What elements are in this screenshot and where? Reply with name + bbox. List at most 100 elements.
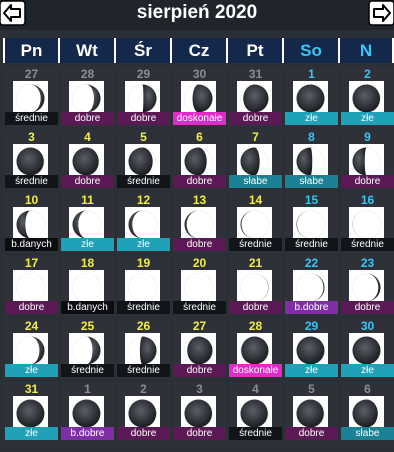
next-month-button[interactable]	[368, 0, 394, 26]
day-rating-label: dobre	[61, 175, 114, 188]
calendar-day-cell[interactable]: 6 słabe	[341, 382, 394, 442]
calendar-day-cell[interactable]: 14 średnie	[229, 193, 282, 253]
arrow-right-icon	[368, 0, 394, 26]
day-number: 31	[24, 382, 39, 396]
moon-phase-icon	[125, 333, 160, 368]
day-number: 6	[196, 130, 203, 144]
day-number: 28	[80, 67, 95, 81]
day-rating-label: złe	[5, 364, 58, 377]
calendar-day-cell[interactable]: 3 średnie	[5, 130, 58, 190]
calendar-day-cell[interactable]: 17 dobre	[5, 256, 58, 316]
month-title: sierpień 2020	[136, 2, 258, 23]
day-rating-label: średnie	[117, 175, 170, 188]
day-rating-label: dobre	[61, 112, 114, 125]
day-rating-label: dobre	[5, 301, 58, 314]
moon-phase-icon	[13, 333, 48, 368]
day-rating-label: złe	[5, 427, 58, 440]
day-number: 6	[364, 382, 371, 396]
calendar-day-cell[interactable]: 25 średnie	[61, 319, 114, 379]
day-number: 2	[140, 382, 147, 396]
calendar-day-cell[interactable]: 18 b.danych	[61, 256, 114, 316]
moon-phase-icon	[181, 270, 216, 305]
moon-phase-icon	[69, 207, 104, 242]
day-rating-label: dobre	[341, 175, 394, 188]
moon-phase-icon	[181, 81, 216, 116]
calendar-day-cell[interactable]: 27 dobre	[173, 319, 226, 379]
day-rating-label: złe	[341, 364, 394, 377]
calendar-day-cell[interactable]: 9 dobre	[341, 130, 394, 190]
calendar-day-cell[interactable]: 5 średnie	[117, 130, 170, 190]
day-number: 4	[252, 382, 259, 396]
calendar-day-cell[interactable]: 24 złe	[5, 319, 58, 379]
weekday-saturday: So	[284, 38, 338, 63]
calendar-day-cell[interactable]: 13 dobre	[173, 193, 226, 253]
moon-phase-icon	[13, 144, 48, 179]
calendar-day-cell[interactable]: 22 b.dobre	[285, 256, 338, 316]
calendar-day-cell[interactable]: 5 dobre	[285, 382, 338, 442]
day-number: 19	[136, 256, 151, 270]
day-rating-label: złe	[117, 238, 170, 251]
calendar-day-cell[interactable]: 26 średnie	[117, 319, 170, 379]
calendar-day-cell[interactable]: 15 średnie	[285, 193, 338, 253]
weekday-tuesday: Wt	[60, 38, 114, 63]
moon-phase-icon	[293, 207, 328, 242]
day-number: 15	[304, 193, 319, 207]
calendar-day-cell[interactable]: 2 złe	[341, 67, 394, 127]
calendar-day-cell[interactable]: 7 słabe	[229, 130, 282, 190]
moon-phase-icon	[13, 270, 48, 305]
calendar-day-cell[interactable]: 12 złe	[117, 193, 170, 253]
day-rating-label: b.dobre	[61, 427, 114, 440]
moon-phase-icon	[181, 207, 216, 242]
calendar-day-cell[interactable]: 30 złe	[341, 319, 394, 379]
moon-phase-icon	[293, 333, 328, 368]
moon-phase-icon	[69, 333, 104, 368]
day-rating-label: słabe	[285, 175, 338, 188]
day-rating-label: średnie	[117, 301, 170, 314]
calendar-day-cell[interactable]: 1 b.dobre	[61, 382, 114, 442]
calendar-day-cell[interactable]: 21 dobre	[229, 256, 282, 316]
calendar-day-cell[interactable]: 31 dobre	[229, 67, 282, 127]
day-number: 3	[196, 382, 203, 396]
calendar-day-cell[interactable]: 1 złe	[285, 67, 338, 127]
moon-phase-icon	[349, 81, 384, 116]
calendar-day-cell[interactable]: 11 złe	[61, 193, 114, 253]
weekday-friday: Pt	[228, 38, 282, 63]
calendar-day-cell[interactable]: 4 dobre	[61, 130, 114, 190]
calendar-day-cell[interactable]: 28 dobre	[61, 67, 114, 127]
day-rating-label: b.danych	[5, 238, 58, 251]
moon-phase-icon	[293, 81, 328, 116]
moon-phase-icon	[125, 207, 160, 242]
calendar-day-cell[interactable]: 29 dobre	[117, 67, 170, 127]
calendar-day-cell[interactable]: 16 średnie	[341, 193, 394, 253]
day-rating-label: dobre	[229, 112, 282, 125]
calendar-day-cell[interactable]: 27 średnie	[5, 67, 58, 127]
calendar-day-cell[interactable]: 2 dobre	[117, 382, 170, 442]
calendar-day-cell[interactable]: 8 słabe	[285, 130, 338, 190]
day-number: 22	[304, 256, 319, 270]
moon-phase-icon	[349, 270, 384, 305]
moon-phase-icon	[349, 333, 384, 368]
moon-phase-icon	[69, 396, 104, 431]
moon-phase-icon	[69, 144, 104, 179]
day-number: 24	[24, 319, 39, 333]
calendar-day-cell[interactable]: 31 złe	[5, 382, 58, 442]
calendar-day-cell[interactable]: 29 złe	[285, 319, 338, 379]
day-rating-label: dobre	[173, 364, 226, 377]
calendar-day-cell[interactable]: 20 średnie	[173, 256, 226, 316]
day-rating-label: średnie	[5, 175, 58, 188]
calendar-day-cell[interactable]: 10 b.danych	[5, 193, 58, 253]
weekday-wednesday: Śr	[116, 38, 170, 63]
prev-month-button[interactable]	[0, 0, 26, 26]
calendar-day-cell[interactable]: 4 średnie	[229, 382, 282, 442]
calendar-day-cell[interactable]: 28 doskonałe	[229, 319, 282, 379]
calendar-day-cell[interactable]: 30 doskonałe	[173, 67, 226, 127]
calendar-day-cell[interactable]: 3 dobre	[173, 382, 226, 442]
calendar-day-cell[interactable]: 23 dobre	[341, 256, 394, 316]
calendar-day-cell[interactable]: 6 dobre	[173, 130, 226, 190]
day-rating-label: złe	[61, 238, 114, 251]
day-number: 29	[136, 67, 151, 81]
moon-phase-icon	[237, 144, 272, 179]
calendar-day-cell[interactable]: 19 średnie	[117, 256, 170, 316]
moon-phase-icon	[237, 207, 272, 242]
day-number: 9	[364, 130, 371, 144]
